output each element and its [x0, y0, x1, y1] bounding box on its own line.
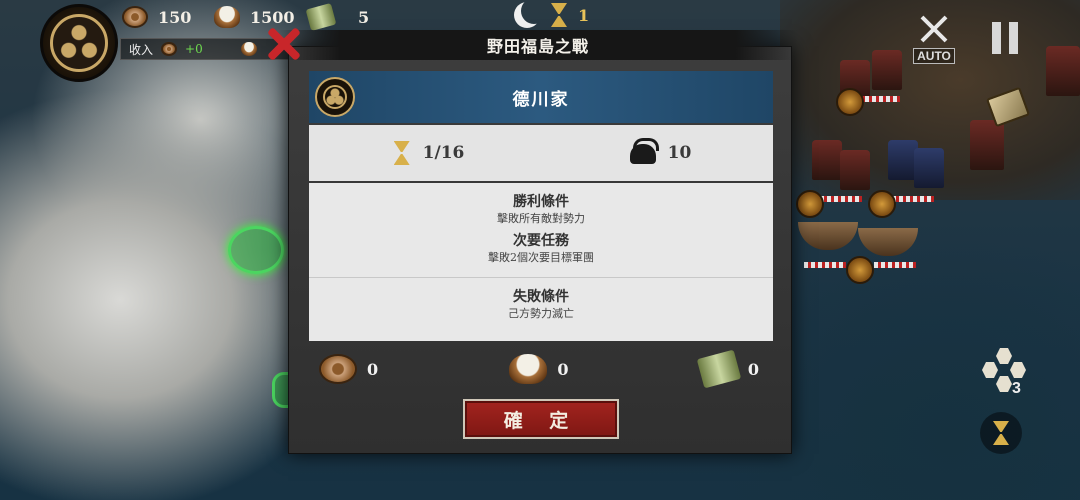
unit-token[interactable] — [836, 88, 864, 116]
castle-building[interactable] — [1046, 46, 1080, 96]
coins-value: 150 — [158, 7, 192, 27]
crossed-swords-icon — [917, 12, 951, 46]
confirm-button[interactable]: 確 定 — [463, 399, 619, 439]
clan-crest-icon — [50, 14, 108, 72]
victory-desc: 擊敗所有敵對勢力 — [497, 212, 585, 225]
scroll-icon — [696, 349, 742, 389]
rice-icon — [240, 42, 257, 56]
troop-count-value: 10 — [667, 143, 692, 163]
castle-building[interactable] — [970, 120, 1004, 170]
ship-unit[interactable] — [798, 222, 858, 250]
rice-icon — [214, 6, 240, 28]
defeat-desc: 己方勢力滅亡 — [508, 307, 574, 320]
unit-token[interactable] — [868, 190, 896, 218]
unit-token[interactable] — [796, 190, 824, 218]
turn-limit-value: 1/16 — [422, 143, 465, 163]
auto-battle-button[interactable]: AUTO — [908, 12, 960, 64]
scroll-icon — [305, 3, 337, 31]
secondary-desc: 擊敗2個次要目標軍團 — [488, 251, 594, 264]
supplies-value: 5 — [358, 7, 370, 27]
reward-supplies-value: 0 — [747, 359, 759, 379]
clan-crest-icon — [315, 77, 355, 117]
hex-icon — [982, 362, 998, 378]
helmet-icon — [628, 138, 659, 168]
turn-limit-stat: 1/16 — [391, 140, 465, 166]
unit-health-bar — [874, 262, 916, 268]
player-clan-crest[interactable] — [40, 4, 118, 82]
hex-icon — [996, 376, 1012, 392]
troop-count-stat: 10 — [628, 138, 692, 168]
hourglass-icon — [391, 140, 413, 166]
victory-condition: 勝利條件 擊敗所有敵對勢力 次要任務 擊敗2個次要目標軍團 — [309, 183, 773, 265]
unit-health-bar — [820, 196, 862, 202]
clan-name: 德川家 — [512, 89, 570, 110]
turn-value: 1 — [578, 5, 590, 25]
end-turn-button[interactable] — [980, 412, 1022, 454]
reward-coins: 0 — [319, 354, 378, 384]
unit-health-bar — [892, 196, 934, 202]
battle-rewards: 0 0 0 — [319, 349, 759, 389]
supplies-counter: 5 — [305, 2, 370, 32]
victory-title: 勝利條件 — [513, 194, 569, 210]
turn-indicator: 1 — [514, 2, 589, 28]
reward-coins-value: 0 — [367, 359, 379, 379]
hourglass-icon — [548, 2, 570, 28]
income-label: 收入 — [129, 42, 154, 57]
secondary-title: 次要任務 — [513, 233, 569, 249]
rice-icon — [509, 354, 548, 384]
clan-header: 德川家 — [309, 71, 773, 123]
ship-unit[interactable] — [858, 228, 918, 256]
selected-hex-marker[interactable] — [228, 226, 284, 274]
hex-count: 3 — [1012, 380, 1021, 397]
allied-unit[interactable] — [914, 148, 944, 188]
battle-info-dialog: 德川家 1/16 10 勝利條件 擊敗所有敵對勢力 次要任務 擊敗2個次要目標軍… — [288, 46, 792, 454]
pause-button[interactable] — [990, 22, 1020, 56]
reward-supplies: 0 — [696, 349, 759, 389]
unit-token[interactable] — [846, 256, 874, 284]
unit-health-bar — [804, 262, 846, 268]
coin-icon — [161, 42, 178, 56]
close-icon[interactable] — [262, 24, 306, 64]
hourglass-icon — [990, 420, 1012, 446]
battle-conditions: 勝利條件 擊敗所有敵對勢力 次要任務 擊敗2個次要目標軍團 失敗條件 己方勢力滅… — [309, 183, 773, 341]
moon-icon — [514, 2, 540, 28]
reward-rice: 0 — [509, 354, 569, 384]
hex-icon — [996, 348, 1012, 364]
defeat-title: 失敗條件 — [513, 289, 569, 305]
enemy-unit[interactable] — [872, 50, 902, 90]
unit-health-bar — [858, 96, 900, 102]
dialog-title: 野田福島之戰 — [278, 30, 798, 60]
battle-stats: 1/16 10 — [309, 125, 773, 181]
defeat-condition: 失敗條件 己方勢力滅亡 — [309, 278, 773, 321]
coin-icon — [319, 354, 357, 384]
income-coins-value: +0 — [185, 42, 203, 56]
enemy-unit[interactable] — [812, 140, 842, 180]
reward-rice-value: 0 — [557, 359, 569, 379]
auto-label: AUTO — [913, 48, 955, 64]
coins-counter: 150 — [122, 2, 191, 32]
enemy-unit[interactable] — [840, 150, 870, 190]
coin-icon — [122, 6, 148, 28]
hex-icon — [1010, 362, 1026, 378]
